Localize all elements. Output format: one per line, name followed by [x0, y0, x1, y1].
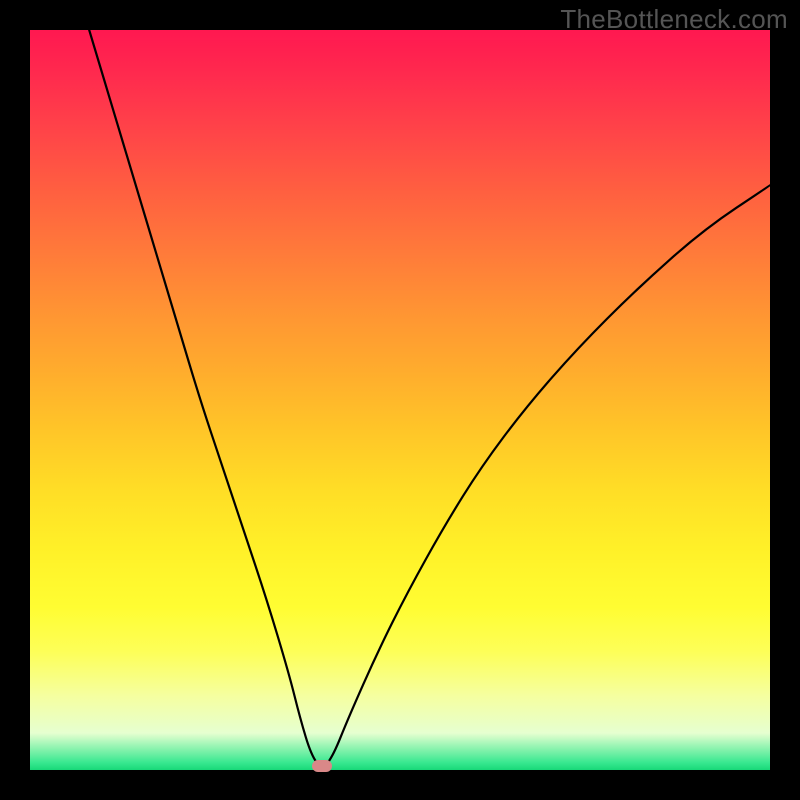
chart-plot-area	[30, 30, 770, 770]
bottleneck-curve-line	[89, 30, 770, 766]
watermark-text: TheBottleneck.com	[560, 4, 788, 35]
optimal-point-marker	[312, 760, 332, 772]
chart-curve-svg	[30, 30, 770, 770]
